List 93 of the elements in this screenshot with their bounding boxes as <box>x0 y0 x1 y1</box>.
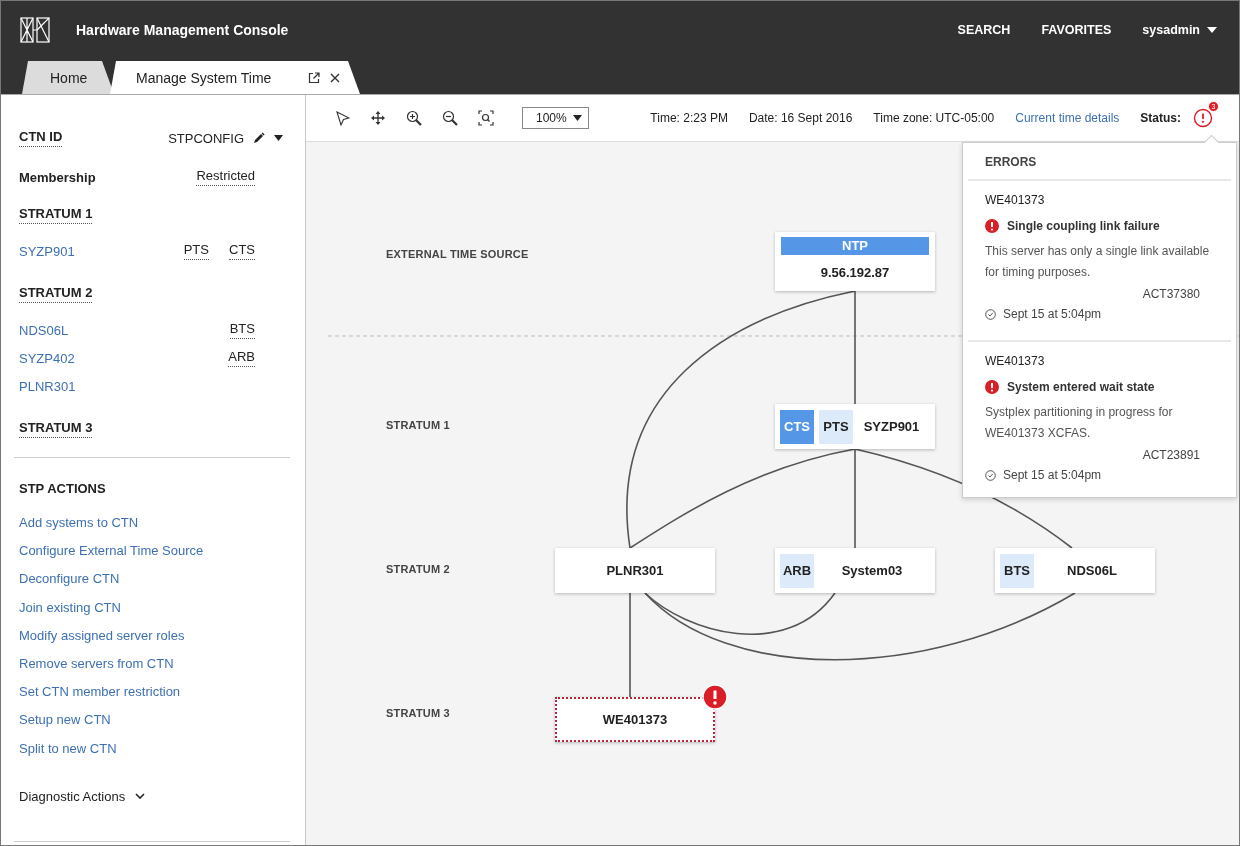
node-label: WE401373 <box>601 712 669 727</box>
error-code: ACT23891 <box>1141 448 1201 462</box>
pencil-icon[interactable] <box>253 132 265 144</box>
tab[interactable]: Home <box>22 61 114 94</box>
caret-icon[interactable] <box>274 135 283 141</box>
tab[interactable]: Manage System Time <box>110 61 360 94</box>
error-title: Single coupling link failure <box>1007 219 1160 233</box>
user-menu[interactable]: sysadmin <box>1142 22 1217 37</box>
node-label: System03 <box>840 563 904 578</box>
role-label: CTS <box>229 242 255 260</box>
role-tag: PTS <box>819 409 853 444</box>
level-label: STRATUM 3 <box>386 707 450 719</box>
server-node[interactable]: BTS NDS06L <box>995 548 1155 593</box>
section-heading: STRATUM 1 <box>19 206 93 224</box>
node-header: NTP <box>781 237 929 255</box>
role-label: BTS <box>229 321 255 339</box>
error-description: This server has only a single link available for timing purposes. <box>985 243 1211 281</box>
fit-screen-icon <box>478 110 494 126</box>
field-label: Membership <box>19 169 96 185</box>
error-icon <box>985 380 999 394</box>
caret-icon <box>573 115 582 121</box>
time-text: Time: 2:23 PM <box>650 111 728 125</box>
date-text: Date: 16 Sept 2016 <box>748 111 853 125</box>
action-link[interactable]: Modify assigned server roles <box>19 621 255 650</box>
timezone-text: Time zone: UTC-05:00 <box>873 111 995 125</box>
system-link[interactable]: PLNR301 <box>19 378 76 394</box>
pointer-icon <box>334 110 350 126</box>
field-label: CTN ID <box>19 129 63 147</box>
system-link[interactable]: SYZP402 <box>19 350 75 366</box>
level-label: STRATUM 2 <box>386 563 450 575</box>
close-icon[interactable] <box>330 72 340 83</box>
status-label: Status: <box>1140 111 1181 125</box>
server-node[interactable]: WE401373 <box>555 697 715 742</box>
timestamp: Sept 15 at 5:04pm <box>1003 307 1102 321</box>
node-label: PLNR301 <box>605 563 665 578</box>
level-label: STRATUM 1 <box>386 419 450 431</box>
role-tag: CTS <box>780 409 814 444</box>
error-icon <box>985 219 999 233</box>
system-name: WE401373 <box>985 193 1046 207</box>
app-title: Hardware Management Console <box>76 21 289 38</box>
role-label: PTS <box>183 242 209 260</box>
system-name: WE401373 <box>985 354 1046 368</box>
section-heading: STRATUM 3 <box>19 420 93 438</box>
action-link[interactable]: Setup new CTN <box>19 706 255 735</box>
popout-icon[interactable] <box>308 71 320 84</box>
role-tag: BTS <box>1000 553 1034 588</box>
nav-link[interactable]: SEARCH <box>957 22 1011 37</box>
toolbar-button[interactable] <box>477 109 495 127</box>
error-icon[interactable] <box>1193 108 1213 128</box>
dropdown-toggle[interactable]: Diagnostic Actions <box>19 788 255 804</box>
toolbar-button[interactable] <box>441 109 459 127</box>
action-link[interactable]: Add systems to CTN <box>19 509 255 538</box>
logo-icon[interactable] <box>20 16 50 43</box>
node-label: NDS06L <box>1066 563 1118 578</box>
chevron-down-icon <box>135 793 146 800</box>
role-tag: ARB <box>780 553 814 588</box>
node-label: SYZP901 <box>862 419 921 434</box>
server-node[interactable]: ARB System03 <box>775 548 935 593</box>
toolbar-button[interactable] <box>369 109 387 127</box>
caret-icon <box>1207 26 1217 33</box>
nav-link[interactable]: FAVORITES <box>1041 22 1112 37</box>
clock-icon <box>985 308 996 320</box>
section-heading: STP ACTIONS <box>19 481 107 496</box>
action-link[interactable]: Split to new CTN <box>19 734 255 763</box>
zoom-out-icon <box>442 110 458 126</box>
server-node[interactable]: CTS PTS SYZP901 <box>775 404 935 449</box>
action-link[interactable]: Configure External Time Source <box>19 537 255 566</box>
time-source-node[interactable]: NTP 9.56.192.87 <box>775 232 935 291</box>
action-link[interactable]: Join existing CTN <box>19 593 255 622</box>
popup-title: ERRORS <box>968 143 1231 181</box>
action-link[interactable]: Remove servers from CTN <box>19 650 255 679</box>
role-label: ARB <box>228 349 255 367</box>
system-link[interactable]: SYZP901 <box>19 243 75 259</box>
error-description: Systplex partitioning in progress for WE401373 XCFAS. <box>985 404 1174 442</box>
timestamp: Sept 15 at 5:04pm <box>1003 468 1102 482</box>
action-link[interactable]: Set CTN member restriction <box>19 678 255 707</box>
field-value: Restricted <box>196 168 255 186</box>
toolbar-button[interactable] <box>405 109 423 127</box>
error-code: ACT37380 <box>1141 287 1201 301</box>
toolbar-button[interactable] <box>333 109 351 127</box>
error-title: System entered wait state <box>1007 380 1155 394</box>
server-node[interactable]: PLNR301 <box>555 548 715 593</box>
field-value: STPCONFIG <box>168 130 244 146</box>
move-icon <box>370 110 386 126</box>
details-link[interactable]: Current time details <box>1015 111 1120 125</box>
level-label: EXTERNAL TIME SOURCE <box>386 248 529 260</box>
section-heading: STRATUM 2 <box>19 285 93 303</box>
clock-icon <box>985 469 996 481</box>
zoom-dropdown[interactable]: 100% <box>522 107 589 129</box>
node-label: 9.56.192.87 <box>819 265 891 280</box>
system-link[interactable]: NDS06L <box>19 322 69 338</box>
zoom-in-icon <box>406 110 422 126</box>
action-link[interactable]: Deconfigure CTN <box>19 565 255 594</box>
